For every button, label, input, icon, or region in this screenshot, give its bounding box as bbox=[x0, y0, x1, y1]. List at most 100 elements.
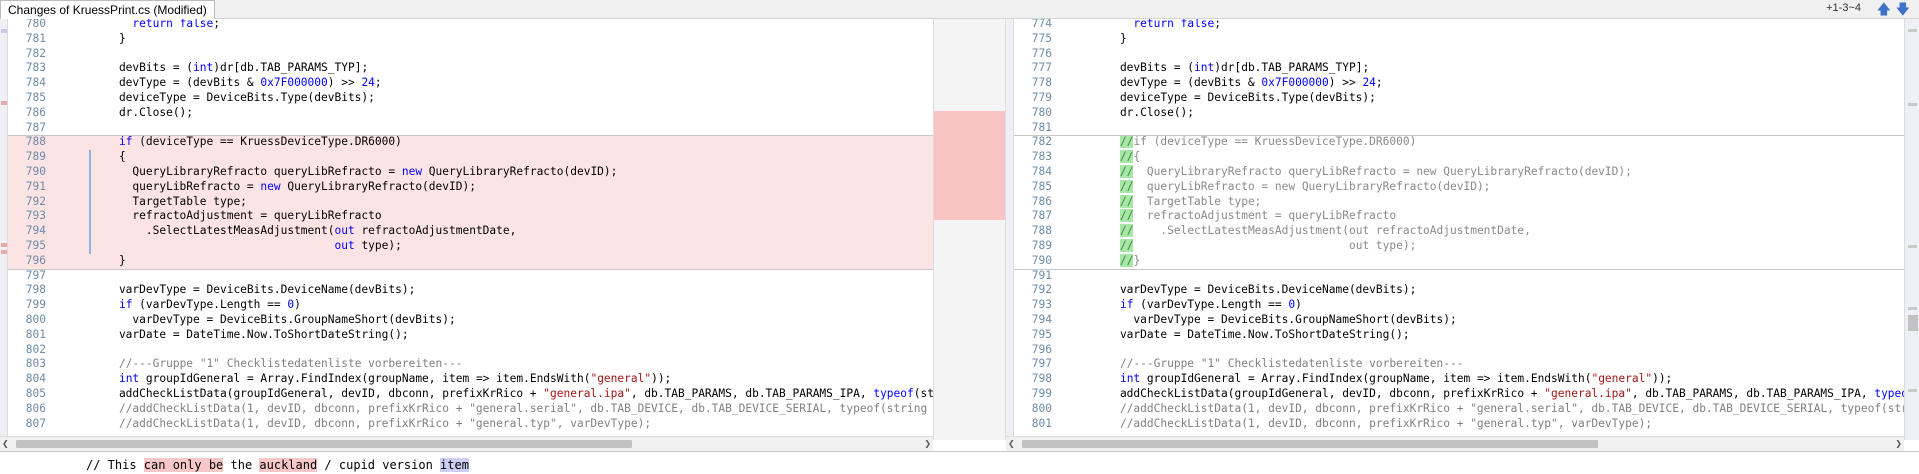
code-line: 782 bbox=[8, 47, 933, 62]
code-text: } bbox=[92, 253, 126, 267]
code-line: 796 bbox=[1014, 343, 1904, 358]
title-bar: Changes of KruessPrint.cs (Modified) +1-… bbox=[0, 0, 1919, 19]
line-number: 778 bbox=[1031, 76, 1052, 90]
change-marker bbox=[1, 243, 7, 247]
code-text: int groupIdGeneral = Array.FindIndex(gro… bbox=[1119, 372, 1673, 386]
line-number: 791 bbox=[25, 179, 46, 193]
block-separator bbox=[1014, 268, 1904, 270]
scroll-marker bbox=[1908, 103, 1917, 106]
code-line: 775 } bbox=[1014, 32, 1904, 47]
block-separator bbox=[8, 135, 933, 137]
code-text: // out type); bbox=[1119, 238, 1417, 252]
code-line: 797 //---Gruppe "1" Checklistedatenliste… bbox=[1014, 357, 1904, 372]
code-line: 783 //{ bbox=[1014, 150, 1904, 165]
line-number: 786 bbox=[25, 105, 46, 119]
code-line: 791 queryLibRefracto = new QueryLibraryR… bbox=[8, 179, 933, 195]
right-code-view[interactable]: 774 return false; 775 } 776 777 devBits = (… bbox=[1014, 19, 1904, 431]
line-number: 796 bbox=[25, 253, 46, 267]
line-number: 774 bbox=[1031, 19, 1052, 30]
code-line: 800 varDevType = DeviceBits.GroupNameSho… bbox=[8, 313, 933, 328]
line-number: 776 bbox=[1031, 46, 1052, 60]
code-line: 794 .SelectLatestMeasAdjustment(out refr… bbox=[8, 224, 933, 239]
line-number: 801 bbox=[1031, 416, 1052, 430]
line-number: 790 bbox=[1031, 253, 1052, 267]
scroll-left-icon[interactable]: ❮ bbox=[2, 437, 9, 451]
code-text: addCheckListData(groupIdGeneral, devID, … bbox=[92, 386, 933, 400]
line-number: 784 bbox=[25, 76, 46, 90]
line-number: 785 bbox=[1031, 179, 1052, 193]
line-number: 802 bbox=[25, 342, 46, 356]
change-connector-block bbox=[934, 111, 1005, 220]
right-horizontal-scrollbar[interactable]: ❮ ❯ bbox=[1006, 436, 1904, 451]
code-line: 805 addCheckListData(groupIdGeneral, dev… bbox=[8, 387, 933, 402]
vertical-scrollbar[interactable] bbox=[1904, 19, 1919, 440]
code-text: out type); bbox=[334, 238, 402, 252]
line-number: 807 bbox=[25, 416, 46, 430]
scope-guide bbox=[89, 150, 91, 254]
line-number: 775 bbox=[1031, 31, 1052, 45]
code-text: QueryLibraryRefracto queryLibRefracto = … bbox=[92, 164, 618, 178]
code-line: 787 // refractoAdjustment = queryLibRefr… bbox=[1014, 209, 1904, 224]
code-line: 776 bbox=[1014, 47, 1904, 62]
left-horizontal-scrollbar[interactable]: ❮ ❯ bbox=[0, 436, 933, 451]
scroll-right-icon[interactable]: ❯ bbox=[924, 437, 931, 451]
line-number: 777 bbox=[1031, 61, 1052, 75]
right-diff-pane[interactable]: 774 return false; 775 } 776 777 devBits = (… bbox=[1006, 19, 1904, 440]
line-number: 787 bbox=[25, 120, 46, 134]
scrollbar-thumb[interactable] bbox=[1022, 440, 1598, 448]
line-number: 785 bbox=[25, 90, 46, 104]
code-line: 781 } bbox=[8, 32, 933, 47]
block-separator bbox=[8, 268, 933, 270]
code-line: 784 devType = (devBits & 0x7F000000) >> … bbox=[8, 76, 933, 91]
code-line: 794 varDevType = DeviceBits.GroupNameSho… bbox=[1014, 313, 1904, 328]
scroll-right-icon[interactable]: ❯ bbox=[1895, 437, 1902, 451]
document-tab[interactable]: Changes of KruessPrint.cs (Modified) bbox=[0, 0, 215, 19]
code-line: 789 // out type); bbox=[1014, 238, 1904, 254]
line-number: 800 bbox=[25, 312, 46, 326]
code-text: TargetTable type; bbox=[92, 194, 247, 208]
code-text: // queryLibRefracto = new QueryLibraryRe… bbox=[1119, 179, 1491, 193]
arrow-down-icon[interactable]: 🡇 bbox=[1896, 0, 1910, 18]
code-text: //{ bbox=[1119, 150, 1141, 164]
line-number: 788 bbox=[25, 135, 46, 149]
line-number: 792 bbox=[25, 194, 46, 208]
code-line: 788 // .SelectLatestMeasAdjustment(out r… bbox=[1014, 224, 1904, 239]
code-line: 790 QueryLibraryRefracto queryLibRefract… bbox=[8, 164, 933, 180]
code-text: queryLibRefracto = new QueryLibraryRefra… bbox=[92, 179, 476, 193]
line-number: 797 bbox=[25, 268, 46, 282]
line-number: 783 bbox=[1031, 150, 1052, 164]
code-text: int groupIdGeneral = Array.FindIndex(gro… bbox=[118, 372, 672, 386]
line-number: 787 bbox=[1031, 209, 1052, 223]
code-text: dr.Close(); bbox=[1093, 105, 1195, 119]
code-line: 784 // QueryLibraryRefracto queryLibRefr… bbox=[1014, 164, 1904, 180]
scroll-left-icon[interactable]: ❮ bbox=[1008, 437, 1015, 451]
code-text: { bbox=[92, 150, 126, 164]
scrollbar-thumb[interactable] bbox=[16, 440, 632, 448]
line-number: 790 bbox=[25, 164, 46, 178]
code-line: 786 // TargetTable type; bbox=[1014, 194, 1904, 210]
code-line: 792 varDevType = DeviceBits.DeviceName(d… bbox=[1014, 283, 1904, 298]
arrow-up-icon[interactable]: 🡅 bbox=[1877, 0, 1891, 18]
code-text: varDevType = DeviceBits.GroupNameShort(d… bbox=[92, 312, 456, 326]
line-number: 786 bbox=[1031, 194, 1052, 208]
code-line: 790 //} bbox=[1014, 253, 1904, 269]
code-text: devBits = (int)dr[db.TAB_PARAMS_TYP]; bbox=[92, 61, 369, 75]
code-line: 779 deviceType = DeviceBits.Type(devBits… bbox=[1014, 91, 1904, 106]
code-line: 801 varDate = DateTime.Now.ToShortDateSt… bbox=[8, 328, 933, 343]
code-line: 793 refractoAdjustment = queryLibRefract… bbox=[8, 209, 933, 225]
line-number: 793 bbox=[25, 209, 46, 223]
code-text: devType = (devBits & 0x7F000000) >> 24; bbox=[92, 76, 382, 90]
code-line: 787 bbox=[8, 121, 933, 136]
left-code-view[interactable]: 780 return false; 781 } 782 783 devBits = (… bbox=[8, 19, 933, 431]
right-change-strip bbox=[1006, 19, 1014, 440]
code-line: 786 dr.Close(); bbox=[8, 106, 933, 121]
code-text: //---Gruppe "1" Checklistedatenliste vor… bbox=[1119, 357, 1464, 371]
code-line: 785 // queryLibRefracto = new QueryLibra… bbox=[1014, 179, 1904, 195]
scrollbar-thumb[interactable] bbox=[1908, 315, 1918, 331]
code-line: 793 if (varDevType.Length == 0) bbox=[1014, 298, 1904, 313]
code-text: varDevType = DeviceBits.GroupNameShort(d… bbox=[1093, 312, 1457, 326]
code-line: 803 //---Gruppe "1" Checklistedatenliste… bbox=[8, 357, 933, 372]
left-diff-pane[interactable]: 780 return false; 781 } 782 783 devBits = (… bbox=[0, 19, 933, 440]
code-text: //addCheckListData(1, devID, dbconn, pre… bbox=[118, 416, 652, 430]
code-text: if (varDevType.Length == 0) bbox=[1119, 298, 1302, 312]
